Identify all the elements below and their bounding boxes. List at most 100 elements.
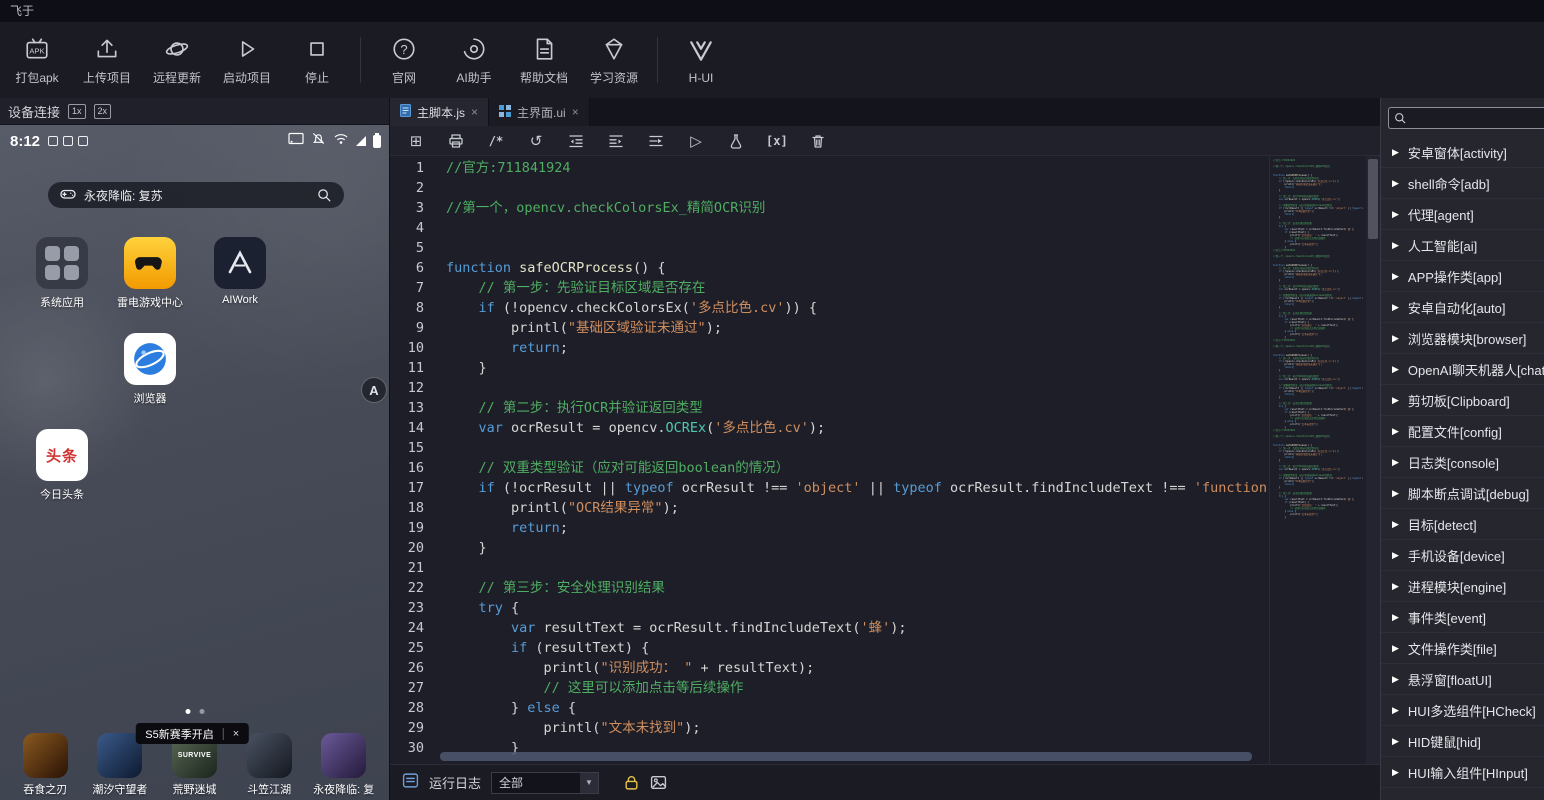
print-button[interactable] — [446, 131, 466, 151]
api-category-item[interactable]: ▶shell命令[adb] — [1381, 168, 1544, 199]
home-search-widget[interactable]: 永夜降临: 复苏 — [48, 182, 344, 208]
package-apk-button[interactable]: APK 打包apk — [2, 34, 72, 86]
expand-icon: ▶ — [1392, 457, 1399, 468]
clear-button[interactable] — [808, 131, 828, 151]
question-circle-icon: ? — [391, 34, 417, 64]
dock-app[interactable]: 永夜降临: 复 — [311, 733, 377, 797]
api-category-label: 事件类[event] — [1408, 608, 1486, 627]
run-button[interactable]: ▷ — [686, 131, 706, 151]
expand-icon: ▶ — [1392, 147, 1399, 158]
toolbar-divider — [657, 37, 658, 83]
scale-2x-button[interactable]: 2x — [94, 104, 112, 119]
remote-update-button[interactable]: 远程更新 — [142, 34, 212, 86]
horizontal-scroll-thumb[interactable] — [440, 752, 1252, 761]
api-category-item[interactable]: ▶手机设备[device] — [1381, 540, 1544, 571]
api-category-item[interactable]: ▶HUI输入组件[HInput] — [1381, 757, 1544, 788]
tab-main-script[interactable]: 主脚本.js × — [390, 98, 489, 126]
api-category-item[interactable]: ▶配置文件[config] — [1381, 416, 1544, 447]
undo-button[interactable]: ↺ — [526, 131, 546, 151]
api-search-input[interactable] — [1411, 111, 1539, 125]
scale-1x-button[interactable]: 1x — [68, 104, 86, 119]
api-search-box[interactable] — [1388, 107, 1544, 129]
variables-button[interactable]: [x] — [766, 131, 788, 151]
expand-icon: ▶ — [1392, 612, 1399, 623]
api-category-label: HID键鼠[hid] — [1408, 732, 1481, 751]
learning-resources-button[interactable]: 学习资源 — [579, 34, 649, 86]
code-editor[interactable]: 1234567891011121314151617181920212223242… — [390, 156, 1380, 764]
expand-icon: ▶ — [1392, 519, 1399, 530]
api-category-item[interactable]: ▶代理[agent] — [1381, 199, 1544, 230]
api-category-item[interactable]: ▶文件操作类[file] — [1381, 633, 1544, 664]
api-category-item[interactable]: ▶悬浮窗[floatUI] — [1381, 664, 1544, 695]
test-button[interactable] — [726, 131, 746, 151]
stop-button[interactable]: 停止 — [282, 34, 352, 86]
log-icon — [402, 772, 419, 794]
hui-logo-button[interactable]: H-UI — [666, 36, 736, 85]
api-category-item[interactable]: ▶安卓窗体[activity] — [1381, 137, 1544, 168]
app-game-center[interactable]: 雷电游戏中心 — [112, 237, 188, 310]
device-screen[interactable]: 8:12 永夜降临: 复苏 — [0, 125, 389, 800]
api-category-label: 手机设备[device] — [1408, 546, 1505, 565]
horizontal-scrollbar[interactable] — [440, 752, 1252, 761]
api-category-item[interactable]: ▶浏览器模块[browser] — [1381, 323, 1544, 354]
api-category-item[interactable]: ▶OpenAI聊天机器人[chat] — [1381, 354, 1544, 385]
tooltip-close-icon[interactable]: × — [223, 728, 239, 740]
api-category-item[interactable]: ▶HUI多选组件[HCheck] — [1381, 695, 1544, 726]
panel-add-button[interactable]: ⊞ — [406, 131, 426, 151]
app-label: AIWork — [222, 294, 258, 306]
assistive-float-ball[interactable]: A — [361, 377, 387, 403]
start-project-button[interactable]: 启动项目 — [212, 34, 282, 86]
run-log-label: 运行日志 — [429, 773, 481, 792]
device-connect-label: 设备连接 — [8, 102, 60, 121]
upload-project-button[interactable]: 上传项目 — [72, 34, 142, 86]
api-category-item[interactable]: ▶进程模块[engine] — [1381, 571, 1544, 602]
app-system-folder[interactable]: 系统应用 — [24, 237, 100, 310]
api-category-item[interactable]: ▶安卓自动化[auto] — [1381, 292, 1544, 323]
ai-assistant-button[interactable]: AI助手 — [439, 34, 509, 86]
dock-app[interactable]: 吞食之刃 — [12, 733, 78, 797]
page-dot — [199, 709, 204, 714]
app-aiwork[interactable]: AIWork — [202, 237, 278, 306]
code-lines[interactable]: //官方:711841924//第一个，opencv.checkColorsEx… — [438, 158, 1380, 764]
indent-button[interactable] — [606, 131, 626, 151]
api-category-item[interactable]: ▶人工智能[ai] — [1381, 230, 1544, 261]
api-category-label: 悬浮窗[floatUI] — [1408, 670, 1492, 689]
api-category-item[interactable]: ▶脚本断点调试[debug] — [1381, 478, 1544, 509]
api-category-item[interactable]: ▶APP操作类[app] — [1381, 261, 1544, 292]
phone-status-bar: 8:12 — [10, 131, 381, 151]
lock-button[interactable] — [623, 774, 640, 791]
play-icon — [234, 34, 260, 64]
api-category-item[interactable]: ▶ 事件类[event] — [1381, 602, 1544, 633]
home-page-dots — [185, 709, 204, 714]
api-category-item[interactable]: ▶HID键鼠[hid] — [1381, 726, 1544, 757]
season-tooltip[interactable]: S5新赛季开启 × — [135, 723, 249, 744]
official-website-button[interactable]: ? 官网 — [369, 34, 439, 86]
api-category-item[interactable]: ▶剪切板[Clipboard] — [1381, 385, 1544, 416]
vertical-scrollbar[interactable] — [1366, 156, 1380, 764]
api-category-item[interactable]: ▶日志类[console] — [1381, 447, 1544, 478]
expand-icon: ▶ — [1392, 426, 1399, 437]
minimap[interactable]: //官方:711841924//第一个，opencv.checkColorsEx… — [1269, 156, 1366, 764]
learning-resources-label: 学习资源 — [590, 69, 638, 86]
log-filter-select[interactable]: 全部 ▼ — [491, 772, 599, 794]
app-browser[interactable]: 浏览器 — [112, 333, 188, 406]
help-docs-label: 帮助文档 — [520, 69, 568, 86]
help-docs-button[interactable]: 帮助文档 — [509, 34, 579, 86]
tab-close-icon[interactable]: × — [471, 105, 478, 119]
outdent-button[interactable] — [566, 131, 586, 151]
wifi-icon — [333, 132, 349, 150]
app-label: 浏览器 — [134, 390, 167, 406]
api-category-label: 进程模块[engine] — [1408, 577, 1506, 596]
svg-text:APK: APK — [29, 46, 44, 55]
expand-icon: ▶ — [1392, 643, 1399, 654]
tab-close-icon[interactable]: × — [572, 105, 579, 119]
api-category-item[interactable]: ▶目标[detect] — [1381, 509, 1544, 540]
expand-icon: ▶ — [1392, 209, 1399, 220]
vertical-scroll-thumb[interactable] — [1368, 159, 1378, 239]
format-code-button[interactable]: /* — [486, 131, 506, 151]
screenshot-button[interactable] — [650, 774, 667, 791]
run-lines-icon — [648, 133, 664, 149]
app-toutiao[interactable]: 头条 今日头条 — [24, 429, 100, 502]
tab-main-ui[interactable]: 主界面.ui × — [489, 98, 590, 126]
run-to-cursor-button[interactable] — [646, 131, 666, 151]
